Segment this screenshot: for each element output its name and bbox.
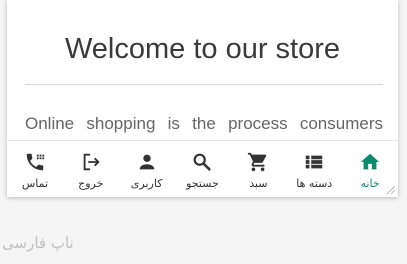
nav-item-cart[interactable]: سبد [230, 141, 286, 197]
page-title: Welcome to our store [64, 33, 341, 65]
search-icon [194, 153, 212, 171]
nav-label-home: خانه [360, 177, 380, 190]
categories-icon [305, 155, 323, 169]
nav-item-search[interactable]: جستجو [175, 141, 231, 197]
nav-item-user[interactable]: کاربری [119, 141, 175, 197]
brand-watermark: ناپ فارسی [2, 234, 74, 252]
user-icon [139, 154, 154, 170]
intro-paragraph: Online shopping is the process consumers… [25, 114, 383, 133]
phone-icon [26, 153, 45, 171]
nav-item-logout[interactable]: خروج [63, 141, 119, 197]
home-icon [360, 153, 380, 170]
nav-label-logout: خروج [78, 177, 104, 190]
app-window: Welcome to our store Online shopping is … [7, 0, 398, 197]
bottom-navigation: خانه دسته ها سبد جستجو کاربری خروج تماس [7, 140, 398, 197]
nav-label-cart: سبد [249, 177, 268, 190]
nav-label-categories: دسته ها [296, 177, 333, 190]
nav-label-contact: تماس [21, 177, 49, 190]
resize-handle-icon[interactable] [384, 183, 396, 195]
logout-icon [83, 153, 100, 171]
nav-item-categories[interactable]: دسته ها [286, 141, 342, 197]
nav-label-search: جستجو [186, 177, 219, 190]
cart-icon [248, 152, 267, 172]
nav-item-contact[interactable]: تماس [7, 141, 63, 197]
nav-label-user: کاربری [130, 177, 163, 190]
title-divider [25, 84, 383, 85]
